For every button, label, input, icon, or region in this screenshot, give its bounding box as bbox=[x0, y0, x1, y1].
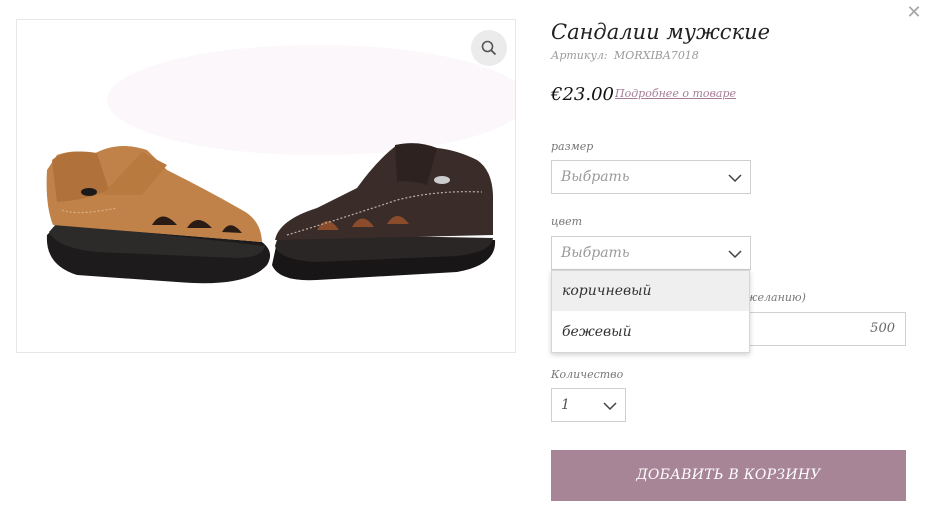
color-select[interactable]: Выбрать bbox=[551, 236, 751, 270]
product-price: €23.00 bbox=[551, 84, 614, 105]
sku-value: MORXIBA7018 bbox=[614, 49, 699, 62]
add-to-cart-button[interactable]: ДОБАВИТЬ В КОРЗИНУ bbox=[551, 450, 906, 501]
color-label: цвет bbox=[551, 215, 583, 228]
chevron-down-icon bbox=[728, 174, 742, 182]
zoom-button[interactable] bbox=[471, 30, 507, 66]
close-icon[interactable]: ✕ bbox=[904, 3, 924, 23]
color-option-brown[interactable]: коричневый bbox=[552, 271, 749, 311]
quantity-select[interactable]: 1 bbox=[551, 388, 626, 422]
chevron-down-icon bbox=[603, 402, 617, 410]
product-title: Сандалии мужские bbox=[551, 20, 771, 44]
hidden-field-label: желанию) bbox=[745, 291, 806, 304]
product-photo[interactable] bbox=[17, 20, 516, 353]
zoom-icon bbox=[481, 40, 497, 56]
color-option-beige[interactable]: бежевый bbox=[552, 312, 749, 352]
details-link[interactable]: Подробнее о товаре bbox=[615, 87, 736, 100]
product-image-frame bbox=[16, 19, 516, 353]
quantity-label: Количество bbox=[551, 368, 624, 381]
size-select-value: Выбрать bbox=[561, 169, 630, 185]
chevron-down-icon bbox=[728, 250, 742, 258]
product-sku: Артикул: MORXIBA7018 bbox=[551, 49, 699, 62]
color-select-value: Выбрать bbox=[561, 245, 630, 261]
quantity-select-value: 1 bbox=[561, 397, 570, 413]
size-label: размер bbox=[551, 140, 594, 153]
sku-label: Артикул: bbox=[551, 49, 608, 62]
hidden-field-value: 500 bbox=[870, 321, 895, 336]
color-dropdown: коричневый бежевый bbox=[551, 270, 750, 353]
size-select[interactable]: Выбрать bbox=[551, 160, 751, 194]
